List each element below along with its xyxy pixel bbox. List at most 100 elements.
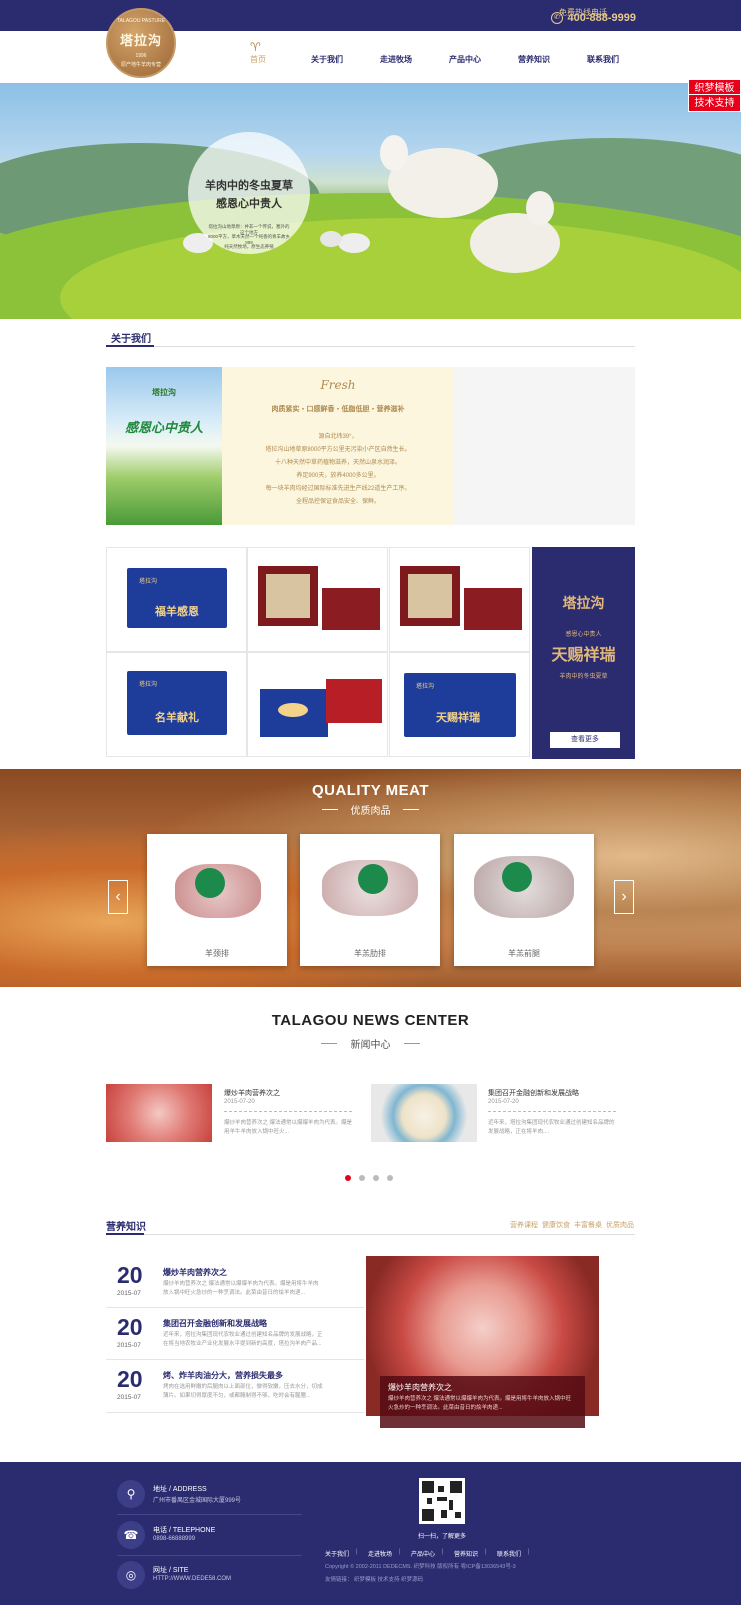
product-card[interactable] — [247, 547, 388, 652]
globe-icon: ◎ — [117, 1561, 145, 1589]
footer-link-contact[interactable]: 联系我们 — [497, 1549, 521, 1558]
nutrition-section-title: 营养知识 — [106, 1222, 146, 1233]
footer-link-separator: | — [356, 1549, 358, 1555]
nav-nutrition[interactable]: 营养知识 — [518, 54, 550, 65]
meat-image — [300, 834, 440, 940]
qr-caption: 扫一扫，了解更多 — [417, 1534, 466, 1540]
nutrition-item-summary: 近年来，塔拉沟集团现代农牧业通过创建知名品牌的发展战略，正在将当地农牧业产业化发… — [163, 1332, 323, 1347]
promo-sub: 感恩心中贵人 — [565, 632, 602, 638]
footer-link-about[interactable]: 关于我们 — [325, 1549, 349, 1558]
about-fresh-logo: Fresh — [320, 378, 356, 392]
nutrition-item-title[interactable]: 烤、炸羊肉油分大，营养损失最多 — [163, 1370, 283, 1381]
promo-brand: 塔拉沟 — [562, 596, 605, 612]
more-button[interactable]: 查看更多 — [550, 732, 620, 748]
about-image-brand: 塔拉沟 — [152, 388, 176, 397]
nav-products[interactable]: 产品中心 — [449, 54, 481, 65]
nutrition-day: 20 — [117, 1366, 143, 1392]
news-item-title[interactable]: 爆炒羊肉营养次之 — [224, 1088, 280, 1098]
about-section-title: 关于我们 — [111, 334, 151, 345]
nutrition-month: 2015-07 — [117, 1394, 141, 1401]
nav-contact[interactable]: 联系我们 — [587, 54, 619, 65]
news-image[interactable] — [371, 1084, 477, 1142]
telephone-icon: ☎ — [117, 1521, 145, 1549]
hotline-number: 400-888-9999 — [567, 12, 636, 24]
promo-title: 天赐祥瑞 — [551, 647, 616, 664]
product-box-label: 天赐祥瑞 — [436, 712, 480, 724]
nutrition-divider — [106, 1234, 635, 1235]
carousel-next-button[interactable]: › — [614, 880, 634, 914]
about-line: 养足900天，放养4000多公里。 — [296, 473, 380, 479]
about-line: 每一块羊肉均经过国际标准先进生产线22道生产工序。 — [265, 486, 411, 492]
about-image: 塔拉沟 感恩心中贵人 — [106, 367, 222, 525]
product-card[interactable]: 塔拉沟 福羊感恩 — [106, 547, 247, 652]
nutrition-item-summary: 爆炒羊肉营养次之 爆法通常以爆爆羊肉为代表。爆是用将牛羊肉放入锅中旺火急炒的一种… — [163, 1281, 319, 1296]
product-card[interactable] — [389, 547, 530, 652]
news-item-title[interactable]: 集团召开金融创新和发展战略 — [488, 1088, 579, 1098]
slider-dot-active[interactable] — [345, 1175, 351, 1181]
footer-phone: 0898-66888999 — [153, 1536, 196, 1542]
news-image[interactable] — [106, 1084, 212, 1142]
slider-dot[interactable] — [359, 1175, 365, 1181]
meat-card[interactable]: 羊羔肋排 — [300, 834, 440, 966]
nutrition-tag[interactable]: 优质肉品 — [606, 1220, 634, 1230]
nutrition-tag[interactable]: 健康饮食 — [542, 1220, 570, 1230]
slider-dot[interactable] — [387, 1175, 393, 1181]
footer-link-separator: | — [442, 1549, 444, 1555]
meat-card[interactable]: 羊颈排 — [147, 834, 287, 966]
nutrition-day: 20 — [117, 1314, 143, 1340]
qr-code — [419, 1478, 465, 1524]
news-divider — [224, 1111, 352, 1112]
news-item-date: 2015-07-20 — [488, 1099, 519, 1105]
news-item-date: 2015-07-20 — [224, 1099, 255, 1105]
nav-ranch[interactable]: 走进牧场 — [380, 54, 412, 65]
meat-image — [454, 834, 594, 940]
nutrition-item-summary: 烤肉在选用鲜嫩的后腿肉以上面部位，做得软嫩，压去水分，切成薄片。如果切得厚度不匀… — [163, 1384, 323, 1399]
about-divider — [106, 346, 635, 347]
nav-about[interactable]: 关于我们 — [311, 54, 343, 65]
news-divider — [488, 1111, 616, 1112]
nutrition-tag[interactable]: 营养课程 — [510, 1220, 538, 1230]
feature-summary: 爆炒羊肉营养次之 爆法通常以爆爆羊肉为代表。爆是用将牛羊肉放入锅中旺火急炒的一种… — [388, 1396, 572, 1411]
nutrition-item-title[interactable]: 集团召开金融创新和发展战略 — [163, 1318, 267, 1329]
footer-link-products[interactable]: 产品中心 — [411, 1549, 435, 1558]
banner-title-2: 感恩心中贵人 — [216, 198, 282, 210]
side-tab-support[interactable]: 技术支持 — [688, 94, 741, 112]
promo-tag: 羊肉中的冬虫夏草 — [559, 674, 608, 680]
about-title-underline — [106, 345, 154, 347]
footer-site[interactable]: HTTP://WWW.DEDE58.COM — [153, 1576, 231, 1582]
footer-link-nutrition[interactable]: 营养知识 — [454, 1549, 478, 1558]
brand-logo[interactable]: TALAGOU PASTURE 塔拉沟 1996 原产地牛羊肉专营 — [106, 8, 176, 78]
meat-card[interactable]: 羊羔前腿 — [454, 834, 594, 966]
footer-link-ranch[interactable]: 走进牧场 — [368, 1549, 392, 1558]
product-card[interactable] — [247, 652, 388, 757]
product-card[interactable]: 塔拉沟 名羊献礼 — [106, 652, 247, 757]
product-brand: 塔拉沟 — [139, 579, 158, 585]
news-section-subtitle: 新闻中心 — [350, 1040, 391, 1051]
news-item-summary: 爆炒羊肉营养次之 爆法通常以爆爆羊肉为代表。爆是用羊牛羊肉放入锅中旺火... — [224, 1120, 353, 1135]
carousel-prev-button[interactable]: ‹ — [108, 880, 128, 914]
slider-dot[interactable] — [373, 1175, 379, 1181]
nutrition-month: 2015-07 — [117, 1342, 141, 1349]
about-line: 全程品控保证食品安全、保鲜。 — [295, 499, 380, 505]
logo-main-text: 塔拉沟 — [119, 34, 162, 49]
nutrition-feature-caption: 爆炒羊肉营养次之 爆炒羊肉营养次之 爆法通常以爆爆羊肉为代表。爆是用将牛羊肉放入… — [380, 1376, 585, 1428]
footer — [0, 1462, 741, 1605]
product-brand: 塔拉沟 — [139, 682, 158, 688]
nutrition-title-underline — [106, 1233, 144, 1235]
nutrition-item-title[interactable]: 爆炒羊肉营养次之 — [163, 1267, 227, 1278]
footer-link-separator: | — [528, 1549, 530, 1555]
feature-title[interactable]: 爆炒羊肉营养次之 — [388, 1382, 452, 1393]
about-line: 塔拉沟山地草原8000平方公里无污染小产区自然生长。 — [265, 447, 411, 453]
nav-home[interactable]: 首页 — [250, 54, 266, 65]
nutrition-day: 20 — [117, 1262, 143, 1288]
footer-friend-links[interactable]: 友情链接： 织梦模板 技术支持 织梦源码 — [325, 1575, 423, 1583]
footer-address-label: 地址 / ADDRESS — [153, 1486, 207, 1493]
footer-copyright: Copyright © 2002-2011 DEDECMS. 织梦科技 版权所有… — [325, 1564, 516, 1570]
product-card[interactable]: 塔拉沟 天赐祥瑞 — [389, 652, 530, 757]
about-line: 源自北纬39°， — [318, 434, 358, 440]
product-box-label: 福羊感恩 — [155, 606, 199, 618]
footer-phone-label: 电话 / TELEPHONE — [153, 1527, 216, 1534]
about-tagline: 肉质紧实・口感鲜香・低脂低胆・营养滋补 — [271, 406, 405, 413]
banner-title-1: 羊肉中的冬虫夏草 — [205, 180, 293, 192]
nutrition-tag[interactable]: 丰富餐桌 — [574, 1220, 602, 1230]
